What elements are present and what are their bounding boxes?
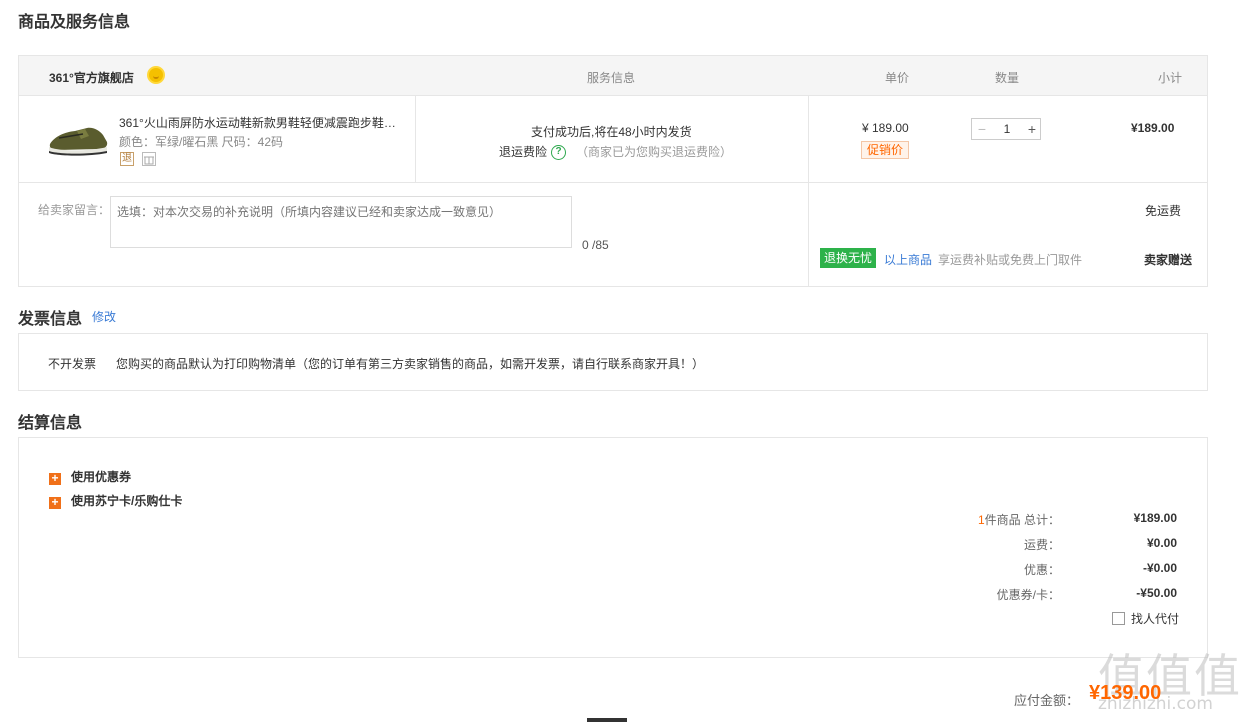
quantity-stepper: − 1 +: [971, 118, 1041, 140]
product-attributes: 颜色：军绿/曜石黑 尺码：42码: [119, 135, 284, 149]
return-insurance-label: 退运费险: [499, 145, 548, 159]
seller-message-input[interactable]: [110, 196, 572, 248]
shipping-fee: ¥0.00: [1146, 536, 1177, 550]
return-insurance-note: （商家已为您购买退运费险）: [576, 145, 733, 159]
return-tag-icon: 退: [120, 152, 134, 166]
return-insurance: 退运费险? （商家已为您购买退运费险）: [499, 143, 733, 161]
store-name[interactable]: 361°官方旗舰店: [49, 69, 134, 86]
item-count: 1: [977, 513, 985, 527]
header-service: 服务信息: [587, 71, 636, 85]
goods-box: 361°官方旗舰店 服务信息 单价 数量 小计 361°火山雨屏防水运动鞋新款男…: [18, 55, 1208, 287]
quantity-minus-button[interactable]: −: [972, 119, 992, 139]
goods-section-title: 商品及服务信息: [18, 14, 131, 31]
discount-label: 优惠：: [1023, 563, 1060, 577]
product-image[interactable]: [47, 122, 109, 156]
settle-section-title: 结算信息: [18, 415, 83, 432]
invoice-note: 您购买的商品默认为打印购物清单（您的订单有第三方卖家销售的商品，如需开发票，请自…: [116, 357, 705, 371]
divider: [415, 96, 416, 183]
invoice-edit-link[interactable]: 修改: [92, 308, 116, 325]
goods-link[interactable]: 以上商品: [884, 253, 932, 267]
settle-box: + 使用优惠券 + 使用苏宁卡/乐购仕卡 1件商品 总计： ¥189.00 运费： …: [18, 437, 1208, 658]
watermark: 值值值 zhizhizhi.com: [1094, 640, 1242, 722]
coupon-label: 优惠券/卡：: [996, 588, 1060, 602]
discount-amount: -¥0.00: [1142, 561, 1177, 575]
worry-free-return-badge: 退换无忧: [820, 248, 877, 268]
shipping-fee-label: 运费：: [1023, 538, 1060, 552]
plus-square-icon[interactable]: +: [49, 472, 61, 485]
use-coupon-option[interactable]: + 使用优惠券: [49, 468, 131, 485]
pay-for-other-label[interactable]: 找人代付: [1131, 612, 1179, 626]
product-title[interactable]: 361°火山雨屏防水运动鞋新款男鞋轻便减震跑步鞋子官方: [119, 114, 399, 131]
coupon-amount: -¥50.00: [1136, 586, 1177, 600]
invoice-section-title: 发票信息: [18, 311, 83, 328]
product-row: 361°火山雨屏防水运动鞋新款男鞋轻便减震跑步鞋子官方 颜色：军绿/曜石黑 尺码…: [19, 96, 1207, 183]
delivery-promise: 支付成功后,将在48小时内发货: [531, 125, 692, 139]
invoice-type: 不开发票: [48, 357, 97, 371]
message-char-count: 0 /85: [582, 238, 609, 252]
plus-square-icon[interactable]: +: [49, 496, 61, 509]
shipping-subsidy-note: 享运费补贴或免费上门取件: [938, 253, 1083, 267]
payable-total: ¥139.00: [1089, 682, 1162, 704]
goods-header: 361°官方旗舰店 服务信息 单价 数量 小计: [19, 56, 1207, 96]
payable-label: 应付金额：: [1014, 693, 1080, 708]
question-circle-icon[interactable]: ?: [551, 145, 567, 161]
header-unit-price: 单价: [885, 71, 910, 85]
product-subtotal: ¥189.00: [1131, 121, 1175, 135]
item-count-label: 1件商品 总计：: [978, 511, 1060, 528]
goods-total: ¥189.00: [1133, 511, 1177, 525]
free-shipping-label: 免运费: [1145, 204, 1182, 218]
quantity-plus-button[interactable]: +: [1022, 119, 1042, 139]
promo-tag: 促销价: [861, 141, 910, 159]
unit-price: ¥ 189.00: [862, 121, 909, 135]
submit-button-edge[interactable]: [587, 718, 627, 722]
medal-icon: [147, 66, 165, 84]
use-coupon-label[interactable]: 使用优惠券: [71, 470, 131, 484]
shipping-subsidy-info: 以上商品 享运费补贴或免费上门取件: [884, 251, 1082, 268]
gift-tag-icon: [142, 152, 156, 166]
divider: [808, 96, 809, 287]
checkbox-icon[interactable]: [1112, 612, 1125, 625]
invoice-box: 不开发票 您购买的商品默认为打印购物清单（您的订单有第三方卖家销售的商品，如需开…: [18, 333, 1208, 391]
seller-gift-label: 卖家赠送: [1144, 253, 1193, 267]
item-count-text: 件商品 总计：: [984, 513, 1060, 527]
header-subtotal: 小计: [1158, 71, 1183, 85]
pay-for-other-option[interactable]: 找人代付: [1112, 610, 1179, 627]
use-giftcard-label[interactable]: 使用苏宁卡/乐购仕卡: [71, 494, 182, 508]
header-quantity: 数量: [995, 71, 1020, 85]
message-label: 给卖家留言：: [38, 203, 111, 217]
use-giftcard-option[interactable]: + 使用苏宁卡/乐购仕卡: [49, 492, 182, 509]
quantity-input[interactable]: 1: [992, 119, 1022, 139]
